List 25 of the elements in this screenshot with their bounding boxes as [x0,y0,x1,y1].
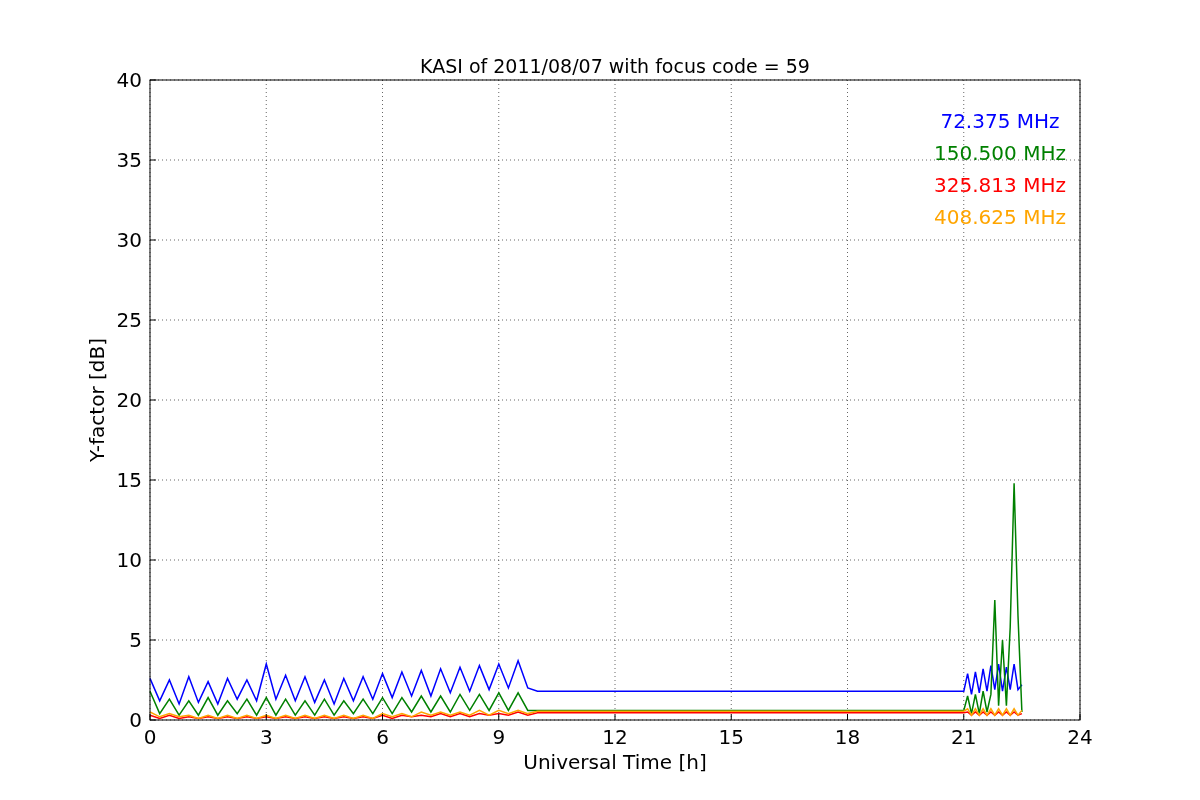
x-axis-label: Universal Time [h] [523,750,707,774]
y-tick-label: 5 [129,628,142,652]
y-tick-label: 25 [116,308,142,332]
legend-label: 72.375 MHz [940,109,1060,133]
x-tick-label: 12 [602,725,628,749]
x-tick-label: 18 [834,725,861,749]
chart-title: KASI of 2011/08/07 with focus code = 59 [420,55,810,77]
y-tick-label: 0 [129,708,142,732]
legend-label: 408.625 MHz [934,205,1066,229]
y-axis-label: Y-factor [dB] [85,338,109,462]
y-tick-label: 20 [116,388,142,412]
x-tick-label: 24 [1067,725,1093,749]
x-tick-label: 15 [718,725,744,749]
x-tick-label: 9 [492,725,506,749]
x-tick-label: 6 [376,725,389,749]
y-tick-label: 15 [116,468,142,492]
x-tick-label: 3 [259,725,273,749]
legend-label: 150.500 MHz [934,141,1066,165]
legend-label: 325.813 MHz [934,173,1066,197]
y-tick-label: 10 [116,548,142,572]
y-tick-label: 35 [116,148,142,172]
x-tick-label: 0 [143,725,157,749]
y-tick-label: 40 [116,68,142,92]
y-tick-label: 30 [116,228,142,252]
x-tick-label: 21 [951,725,977,749]
